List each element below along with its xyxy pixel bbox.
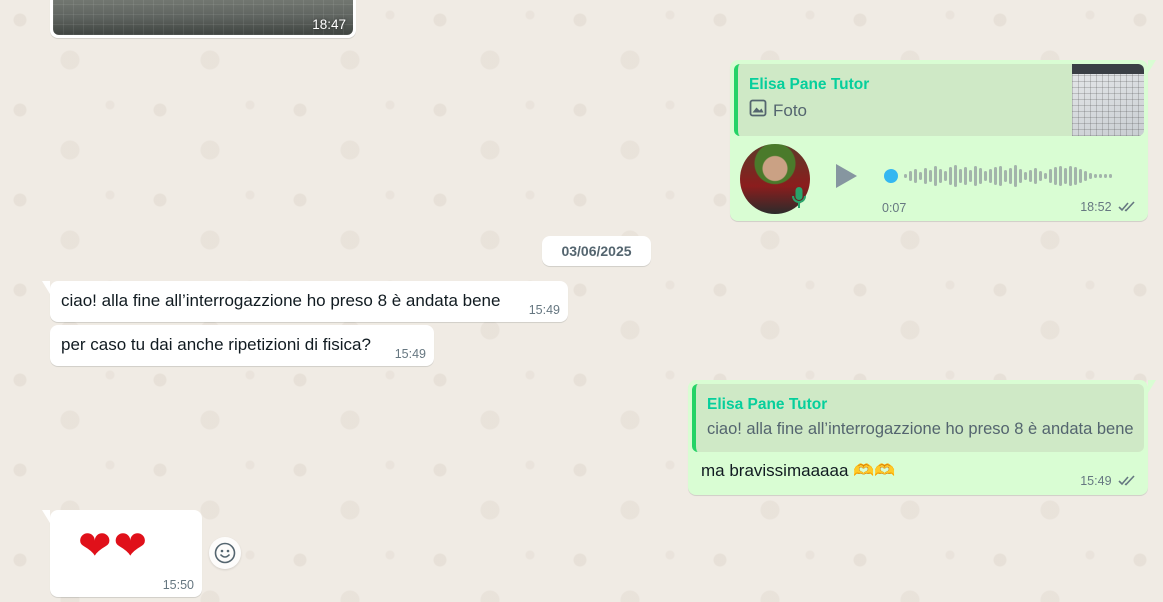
message-text: ma bravissimaaaaa [701,461,849,480]
image-message[interactable]: 18:47 [50,0,356,38]
incoming-message[interactable]: per caso tu dai anche ripetizioni di fis… [50,325,434,366]
bubble-tail [1148,380,1156,393]
quote-text: ciao! alla fine all’interrogazzione ho p… [707,420,1134,438]
emoji-react-icon[interactable] [209,537,241,569]
heart-hands-emoji: 🫶🫶 [853,461,896,481]
message-text: per caso tu dai anche ripetizioni di fis… [61,335,371,354]
bubble-tail [42,510,50,523]
audio-duration: 0:07 [882,201,907,215]
bubble-tail [42,281,50,294]
message-time: 15:50 [162,578,194,592]
message-time: 18:52 [1080,200,1112,215]
quoted-message[interactable]: Elisa Pane Tutor Foto [734,64,1144,136]
message-text: ciao! alla fine all’interrogazzione ho p… [61,291,501,310]
date-separator: 03/06/2025 [542,236,651,266]
incoming-message[interactable]: ciao! alla fine all’interrogazzione ho p… [42,281,568,322]
audio-waveform[interactable] [884,164,1124,188]
message-time-wrap: 15:49 [1080,474,1136,489]
audio-message[interactable]: Elisa Pane Tutor Foto 0:07 18:52 [730,60,1156,221]
message-time-wrap: 18:52 [1080,200,1136,215]
audio-progress-handle[interactable] [884,169,898,183]
double-check-icon [1118,201,1136,215]
bubble-tail [1148,60,1156,73]
mic-icon [788,184,810,212]
incoming-message[interactable]: ❤❤ 15:50 [42,510,202,597]
quote-text: Foto [773,100,808,120]
quoted-message[interactable]: Elisa Pane Tutor ciao! alla fine all’int… [692,384,1144,452]
quoted-photo-thumbnail [1072,64,1144,136]
message-time: 15:49 [394,347,426,361]
message-time: 15:49 [528,303,560,317]
image-preview[interactable] [53,0,353,35]
message-content: ma bravissimaaaaa 🫶🫶 [701,461,895,481]
photo-icon [749,99,767,122]
hearts-emoji: ❤❤ [78,523,150,569]
message-time: 15:49 [1080,474,1112,489]
reply-message[interactable]: Elisa Pane Tutor ciao! alla fine all’int… [688,380,1156,495]
message-time: 18:47 [312,17,346,32]
quote-author: Elisa Pane Tutor [707,396,828,413]
play-icon[interactable] [833,162,859,190]
double-check-icon [1118,475,1136,489]
